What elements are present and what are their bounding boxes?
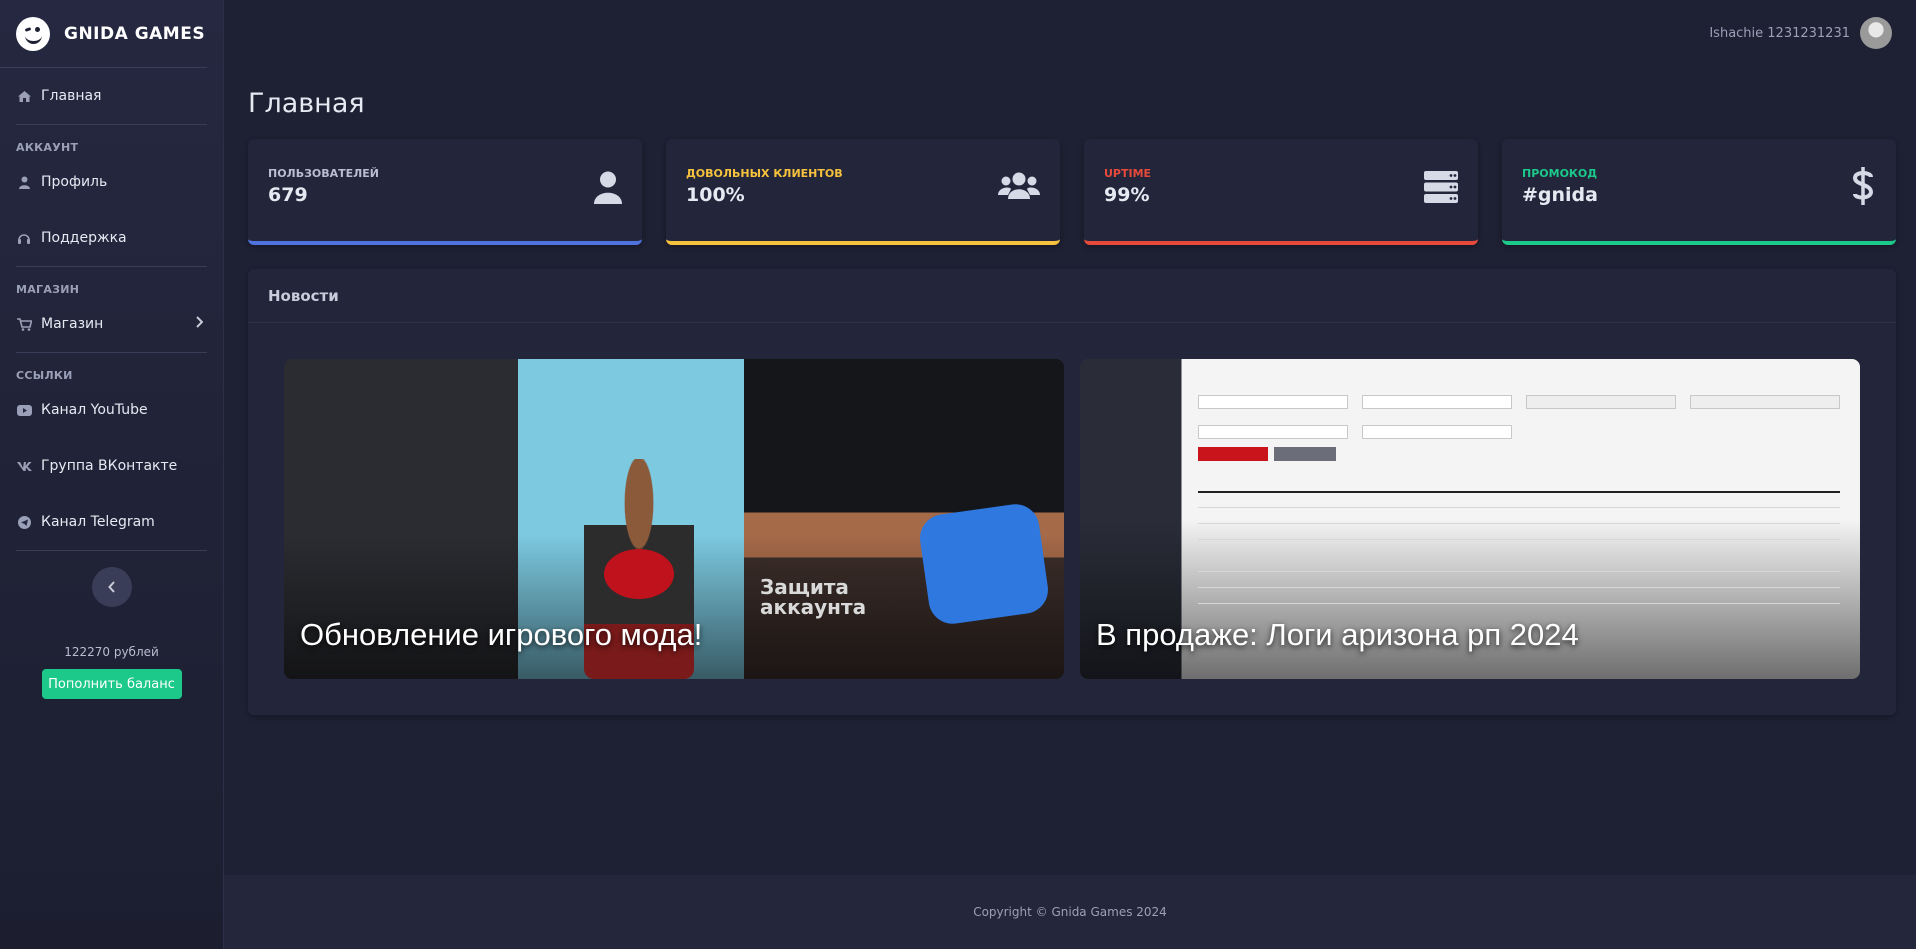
home-icon <box>16 89 32 103</box>
chevron-right-icon <box>195 316 204 332</box>
brand-logo-icon <box>16 16 50 51</box>
user-icon <box>594 171 622 208</box>
news-item-title: В продаже: Логи аризона рп 2024 <box>1096 617 1579 652</box>
sidebar-item-shop[interactable]: Магазин <box>0 296 223 352</box>
news-image-button <box>1198 447 1268 461</box>
stat-card-promo: ПРОМОКОД #gnida <box>1502 139 1896 245</box>
news-heading: Новости <box>248 269 1896 323</box>
sidebar-item-label: Канал Telegram <box>41 514 155 530</box>
news-image-row <box>1198 491 1840 493</box>
news-image-field <box>1526 395 1676 409</box>
stats-cards: ПОЛЬЗОВАТЕЛЕЙ 679 ДОВОЛЬНЫХ КЛИЕНТОВ 100… <box>248 139 1896 245</box>
footer: Copyright © Gnida Games 2024 <box>224 875 1916 949</box>
stat-card-uptime: UPTIME 99% <box>1084 139 1478 245</box>
stat-label: ДОВОЛЬНЫХ КЛИЕНТОВ <box>686 167 843 180</box>
sidebar-item-support[interactable]: Поддержка <box>0 210 223 266</box>
topbar: Ishachie 1231231231 <box>224 0 1916 66</box>
server-icon <box>1424 171 1458 207</box>
stat-value: 679 <box>268 184 308 206</box>
news-image-row <box>1198 587 1840 588</box>
stat-value: 100% <box>686 184 745 206</box>
topup-balance-button[interactable]: Пополнить баланс <box>41 669 182 699</box>
news-panel: Новости Защита аккаунта Обновление игров… <box>248 269 1896 715</box>
news-image-row <box>1198 523 1840 524</box>
youtube-icon <box>16 403 32 417</box>
stat-label: UPTIME <box>1104 167 1152 180</box>
divider <box>16 550 207 551</box>
news-image-row <box>1198 555 1840 556</box>
news-image-field <box>1362 425 1512 439</box>
news-image-caption: Защита аккаунта <box>760 575 867 619</box>
section-label-account: АККАУНТ <box>16 141 79 154</box>
news-image-row <box>1198 539 1840 540</box>
brand[interactable]: GNIDA GAMES <box>0 0 207 68</box>
vk-logo-icon <box>916 501 1052 627</box>
news-image-field <box>1198 425 1348 439</box>
sidebar-item-label: Профиль <box>41 174 108 190</box>
stat-label: ПОЛЬЗОВАТЕЛЕЙ <box>268 167 380 180</box>
news-item-mod-update[interactable]: Защита аккаунта Обновление игрового мода… <box>284 359 1064 679</box>
sidebar-toggle-button[interactable] <box>91 567 132 607</box>
sidebar-item-label: Группа ВКонтакте <box>41 458 178 474</box>
news-image-row <box>1198 507 1840 508</box>
sidebar-item-vk[interactable]: Группа ВКонтакте <box>0 438 223 494</box>
copyright-text: Copyright © Gnida Games 2024 <box>973 905 1167 919</box>
sidebar-item-telegram[interactable]: Канал Telegram <box>0 494 223 550</box>
brand-name: GNIDA GAMES <box>64 23 206 44</box>
news-grid: Защита аккаунта Обновление игрового мода… <box>248 323 1896 679</box>
news-image-button <box>1274 447 1336 461</box>
news-image-emblem <box>604 549 674 599</box>
news-image-row <box>1198 603 1840 604</box>
headset-icon <box>16 231 32 245</box>
stat-card-clients: ДОВОЛЬНЫХ КЛИЕНТОВ 100% <box>666 139 1060 245</box>
sidebar-item-label: Поддержка <box>41 230 127 246</box>
chevron-left-icon <box>107 581 115 593</box>
balance-text: 122270 рублей <box>64 645 159 659</box>
sidebar-item-profile[interactable]: Профиль <box>0 154 223 210</box>
user-name[interactable]: Ishachie 1231231231 <box>1709 26 1850 41</box>
cart-icon <box>16 317 32 331</box>
news-item-title: Обновление игрового мода! <box>300 617 703 652</box>
sidebar-item-home[interactable]: Главная <box>0 68 223 124</box>
users-icon <box>998 171 1040 205</box>
stat-value: 99% <box>1104 184 1150 206</box>
stat-label: ПРОМОКОД <box>1522 167 1598 180</box>
sidebar-item-youtube[interactable]: Канал YouTube <box>0 382 223 438</box>
user-icon <box>16 175 32 189</box>
avatar[interactable] <box>1860 17 1892 49</box>
stat-card-users: ПОЛЬЗОВАТЕЛЕЙ 679 <box>248 139 642 245</box>
sidebar: GNIDA GAMES Главная АККАУНТ Профиль Подд… <box>0 0 224 949</box>
telegram-icon <box>16 515 32 529</box>
vk-icon <box>16 459 32 473</box>
news-image-field <box>1198 395 1348 409</box>
main-content: Главная ПОЛЬЗОВАТЕЛЕЙ 679 ДОВОЛЬНЫХ КЛИЕ… <box>248 88 1896 715</box>
sidebar-item-label: Главная <box>41 88 102 104</box>
stat-value: #gnida <box>1522 184 1598 206</box>
sidebar-item-label: Канал YouTube <box>41 402 148 418</box>
sidebar-item-label: Магазин <box>41 316 104 332</box>
dollar-icon <box>1852 167 1874 209</box>
section-label-links: ССЫЛКИ <box>16 369 73 382</box>
news-item-logs-sale[interactable]: В продаже: Логи аризона рп 2024 <box>1080 359 1860 679</box>
page-title: Главная <box>248 88 365 119</box>
section-label-shop: МАГАЗИН <box>16 283 80 296</box>
news-image-field <box>1690 395 1840 409</box>
news-image-field <box>1362 395 1512 409</box>
news-image-row <box>1198 571 1840 572</box>
